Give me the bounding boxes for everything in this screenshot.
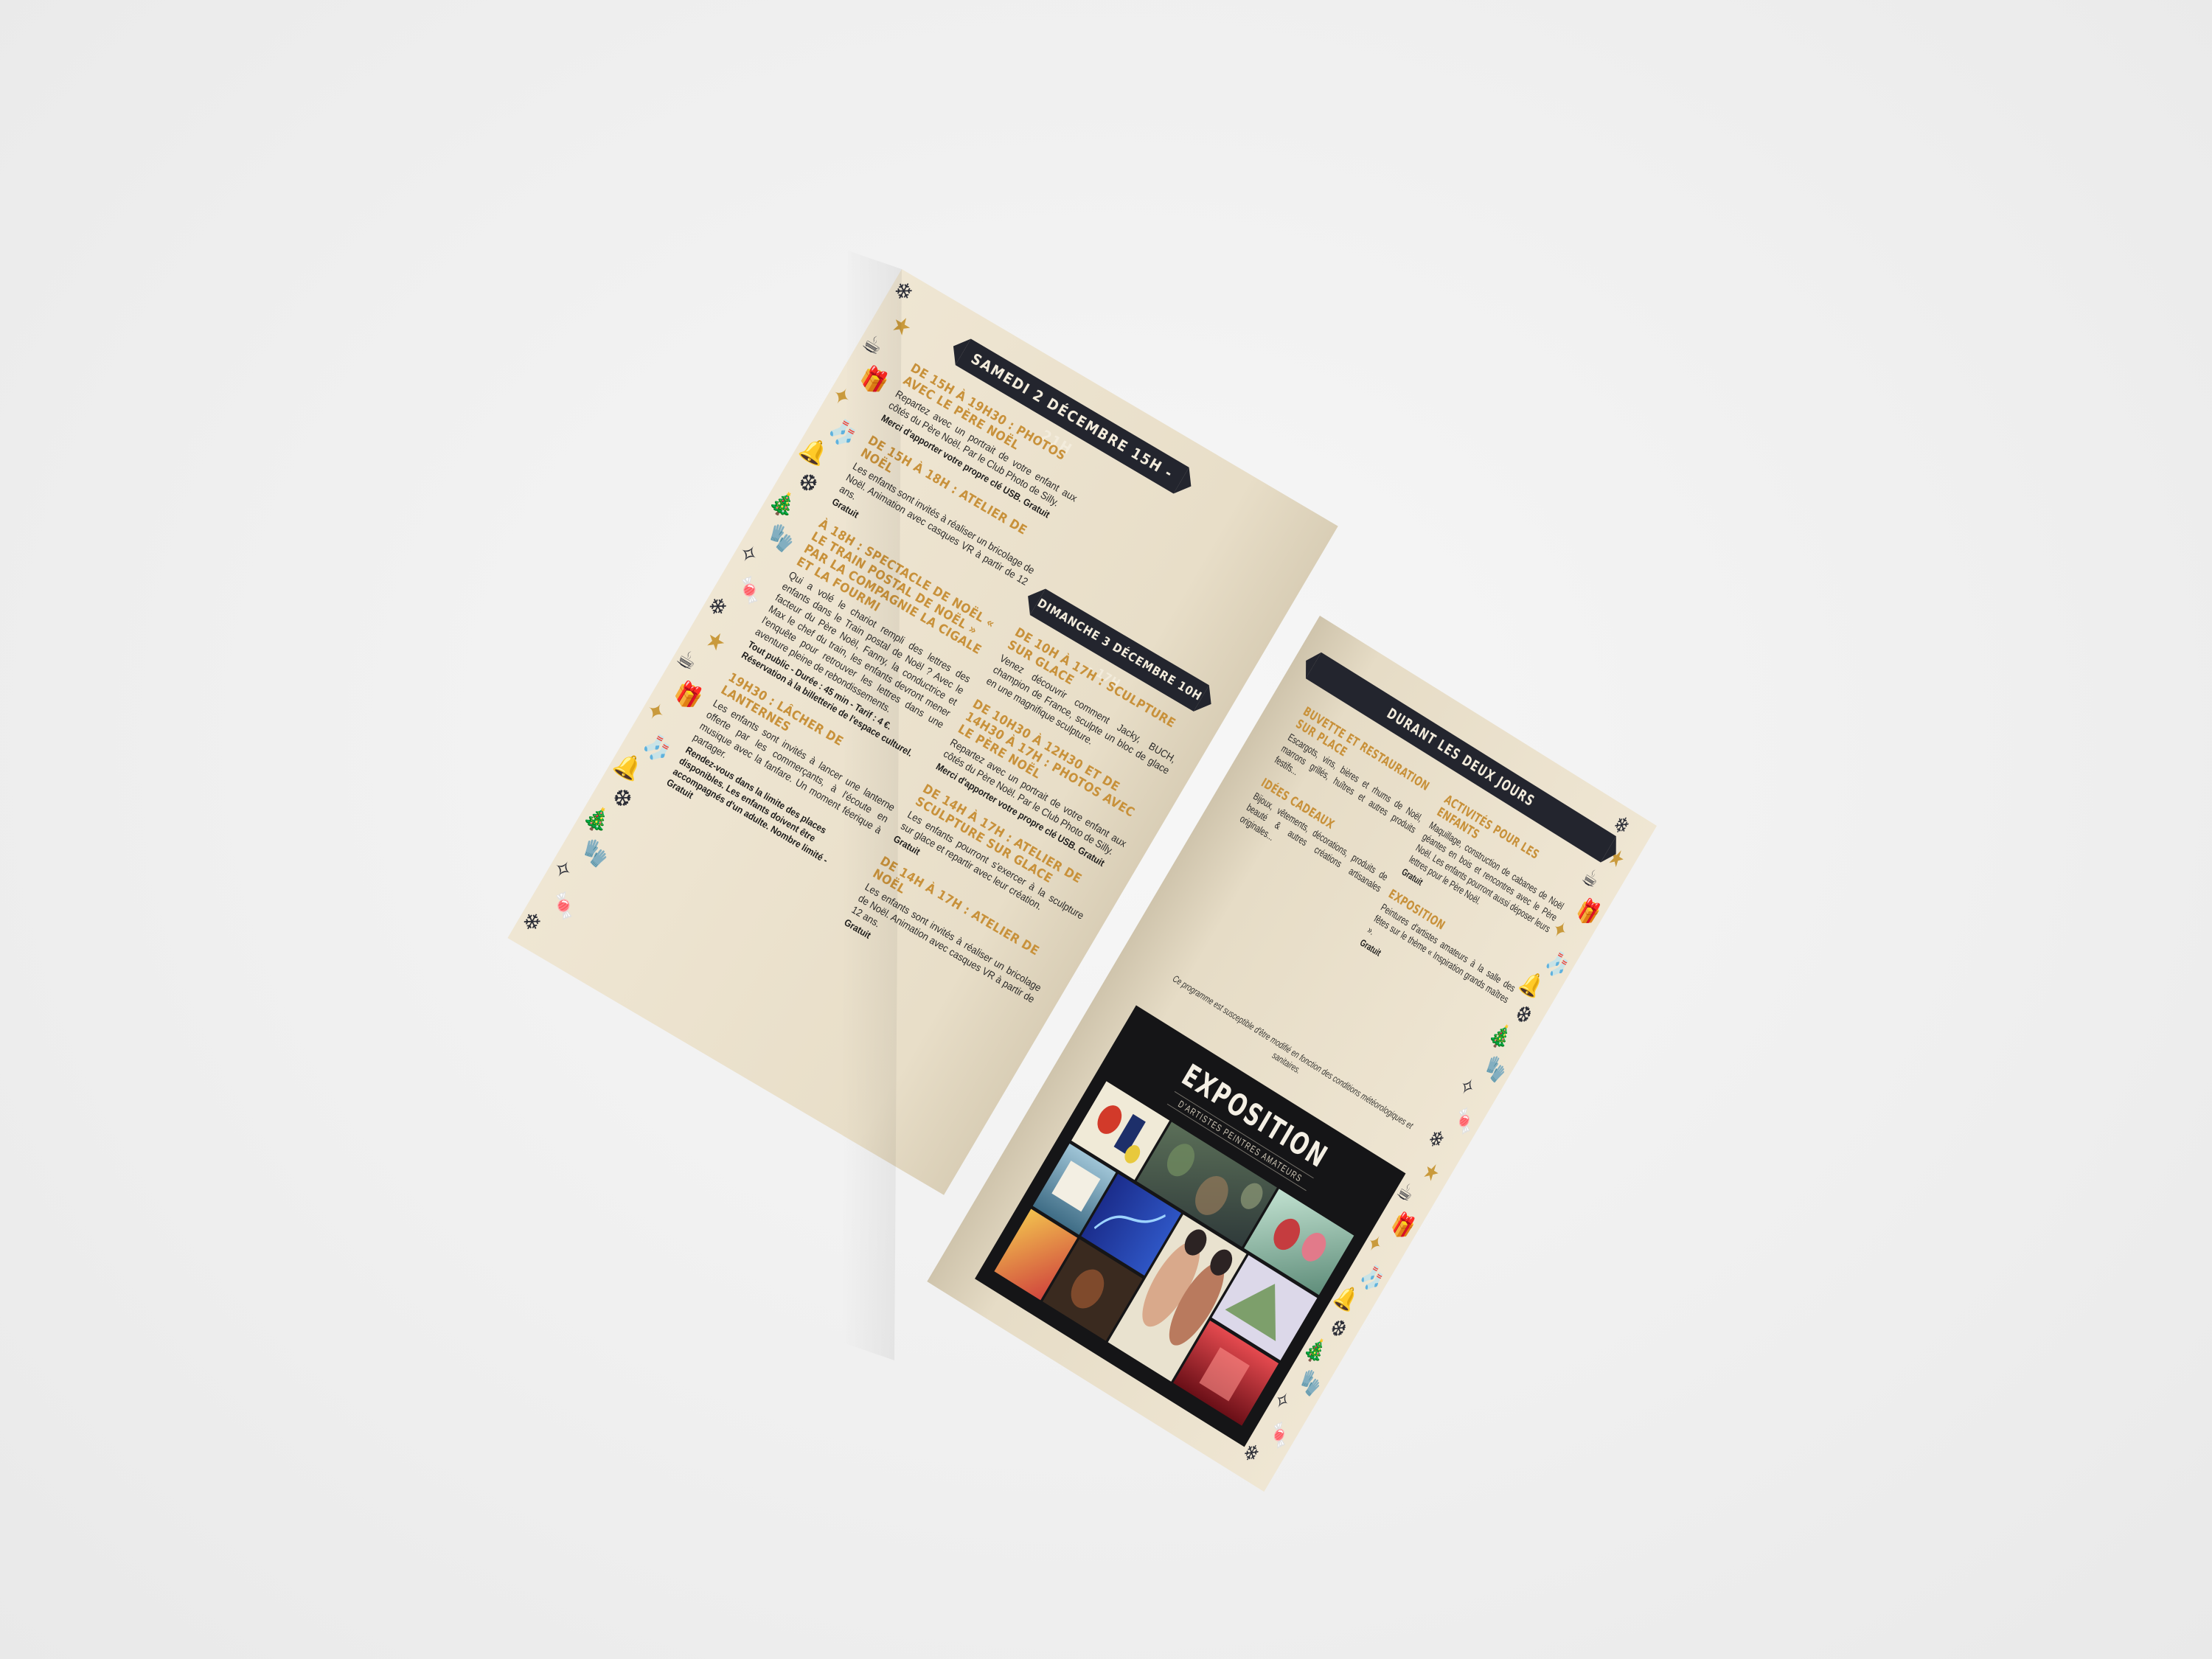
mitten-icon: 🧤	[576, 835, 614, 872]
gift-icon: 🎁	[1387, 1208, 1419, 1244]
mug-icon: ☕	[1577, 862, 1604, 894]
star-icon: ★	[1417, 1156, 1445, 1189]
gift-icon: 🎁	[1572, 894, 1604, 930]
gift-icon: 🎁	[855, 361, 893, 400]
snowflake-icon: ❆	[793, 467, 823, 501]
exhibition-panel: EXPOSITION D'ARTISTES PEINTRES AMATEURS	[975, 1005, 1406, 1447]
mockup-scene: ❄ ★ ☕ 🎁 ✦ 🧦 🔔 ❆ 🎄 🧤 ✧ 🍬 ❄ ★ ☕ 🎁 ✦ 🧦 🔔 ❆ 🎄 🧤 ✧ 🍬 ❄ SAMEDI 2 DÉCEM…	[0, 0, 2212, 1659]
candy-icon: 🍬	[1448, 1104, 1481, 1139]
stocking-icon: 🧦	[1356, 1261, 1388, 1296]
mitten-icon: 🧤	[1479, 1051, 1512, 1087]
snowflake-icon: ❄	[516, 905, 547, 939]
candy-icon: 🍬	[545, 887, 583, 925]
sparkle-icon: ✧	[1454, 1071, 1481, 1103]
snowflake-icon: ❄	[702, 590, 733, 624]
gift-icon: 🎁	[669, 677, 707, 715]
snowflake-icon: ❄	[1423, 1124, 1450, 1155]
sparkle-icon: ✦	[826, 380, 857, 414]
stocking-icon: 🧦	[1541, 947, 1573, 982]
mitten-icon: 🧤	[762, 519, 800, 557]
sparkle-icon: ✧	[733, 538, 764, 571]
star-icon: ★	[700, 625, 731, 658]
mug-icon: ☕	[671, 643, 703, 677]
snowflake-icon: ❆	[607, 782, 637, 815]
snowflake-icon: ❆	[1510, 999, 1537, 1031]
mitten-icon: 🧤	[1294, 1366, 1326, 1401]
star-icon: ★	[886, 309, 917, 344]
snowflake-icon: ❆	[1325, 1313, 1352, 1345]
sparkle-icon: ✧	[547, 853, 578, 887]
sparkle-icon: ✦	[640, 695, 671, 729]
candy-icon: 🍬	[731, 571, 769, 610]
mug-icon: ☕	[858, 327, 888, 362]
snowflake-icon: ❄	[888, 275, 919, 309]
candy-icon: 🍬	[1263, 1418, 1295, 1453]
